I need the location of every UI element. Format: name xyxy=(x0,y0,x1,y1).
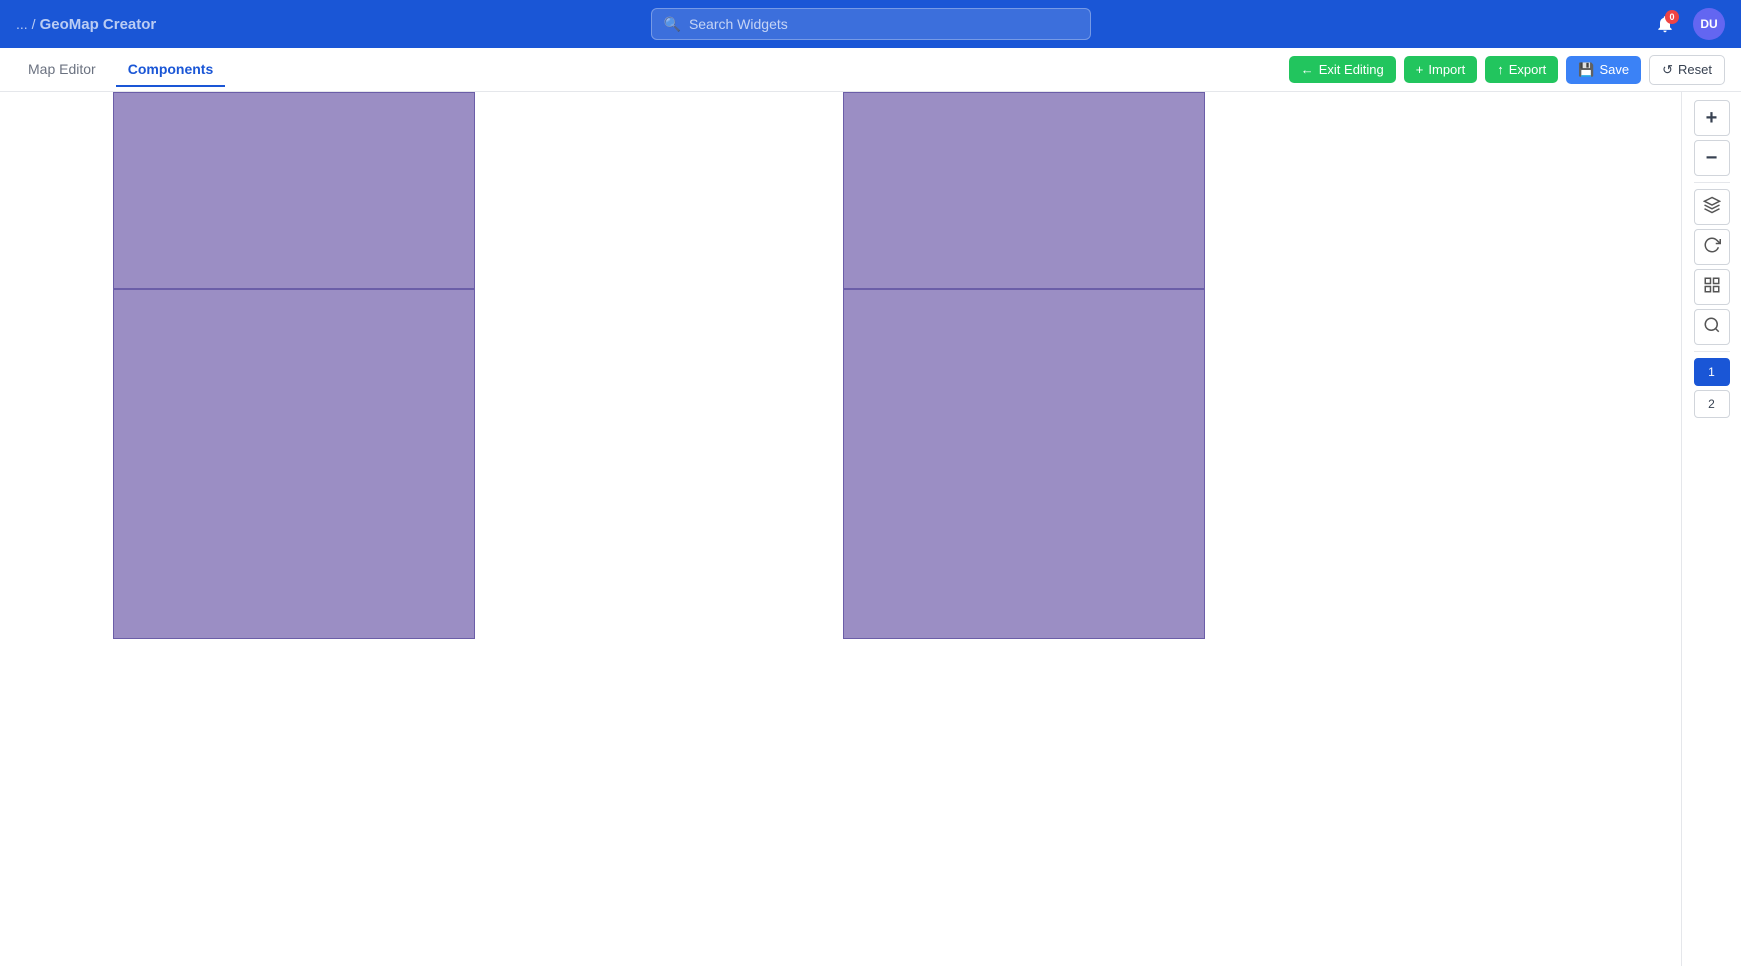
top-navigation: ... / GeoMap Creator 🔍 Search Widgets 0 … xyxy=(0,0,1741,48)
toolbar-actions: ← Exit Editing + Import ↑ Export 💾 Save … xyxy=(1289,55,1725,85)
import-icon: + xyxy=(1416,62,1424,77)
exit-editing-icon: ← xyxy=(1301,62,1314,77)
reset-icon: ↺ xyxy=(1662,62,1673,78)
export-icon: ↑ xyxy=(1497,62,1504,77)
grid-icon xyxy=(1703,276,1721,299)
search-map-icon xyxy=(1703,316,1721,339)
zoom-in-icon: + xyxy=(1706,107,1718,130)
refresh-icon xyxy=(1703,236,1721,259)
export-button[interactable]: ↑ Export xyxy=(1485,56,1558,83)
breadcrumb-ellipsis: ... xyxy=(16,16,28,32)
notification-badge: 0 xyxy=(1665,10,1679,24)
page-1-button[interactable]: 1 xyxy=(1694,358,1730,386)
search-placeholder: Search Widgets xyxy=(689,16,788,32)
tab-components[interactable]: Components xyxy=(116,53,226,87)
app-title: GeoMap Creator xyxy=(40,16,157,33)
page-1-label: 1 xyxy=(1708,365,1715,379)
map-block-tr[interactable] xyxy=(843,92,1205,289)
user-avatar[interactable]: DU xyxy=(1693,8,1725,40)
reset-label: Reset xyxy=(1678,62,1712,77)
breadcrumb-sep: / xyxy=(32,16,36,32)
breadcrumb: ... / GeoMap Creator xyxy=(16,16,156,33)
main-content: + − xyxy=(0,92,1741,966)
page-2-label: 2 xyxy=(1708,397,1715,411)
control-separator-1 xyxy=(1694,182,1730,183)
control-separator-2 xyxy=(1694,351,1730,352)
map-block-bl[interactable] xyxy=(113,289,475,639)
grid-button[interactable] xyxy=(1694,269,1730,305)
save-icon: 💾 xyxy=(1578,62,1594,78)
layers-button[interactable] xyxy=(1694,189,1730,225)
zoom-in-button[interactable]: + xyxy=(1694,100,1730,136)
search-bar[interactable]: 🔍 Search Widgets xyxy=(651,8,1091,40)
save-label: Save xyxy=(1599,62,1629,77)
refresh-button[interactable] xyxy=(1694,229,1730,265)
map-controls-panel: + − xyxy=(1681,92,1741,966)
export-label: Export xyxy=(1509,62,1547,77)
notification-button[interactable]: 0 xyxy=(1649,8,1681,40)
zoom-out-button[interactable]: − xyxy=(1694,140,1730,176)
page-2-button[interactable]: 2 xyxy=(1694,390,1730,418)
map-block-tl[interactable] xyxy=(113,92,475,289)
exit-editing-label: Exit Editing xyxy=(1319,62,1384,77)
sub-navigation: Map Editor Components ← Exit Editing + I… xyxy=(0,48,1741,92)
import-button[interactable]: + Import xyxy=(1404,56,1477,83)
zoom-out-icon: − xyxy=(1706,147,1718,170)
import-label: Import xyxy=(1428,62,1465,77)
search-icon: 🔍 xyxy=(664,16,681,33)
canvas-area[interactable]: + − xyxy=(0,92,1741,966)
map-block-br[interactable] xyxy=(843,289,1205,639)
layers-icon xyxy=(1703,196,1721,219)
reset-button[interactable]: ↺ Reset xyxy=(1649,55,1725,85)
search-map-button[interactable] xyxy=(1694,309,1730,345)
tab-map-editor[interactable]: Map Editor xyxy=(16,53,108,87)
nav-right: 0 DU xyxy=(1649,8,1725,40)
exit-editing-button[interactable]: ← Exit Editing xyxy=(1289,56,1396,83)
map-canvas xyxy=(0,92,1741,966)
save-button[interactable]: 💾 Save xyxy=(1566,56,1641,84)
